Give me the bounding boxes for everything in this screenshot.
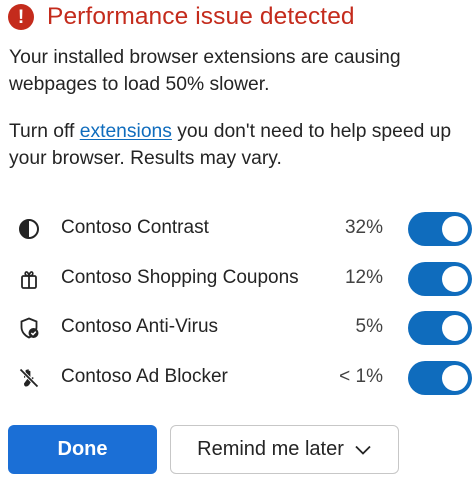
extension-row-contrast: Contoso Contrast 32% [0, 209, 474, 249]
extension-toggle-anti-virus[interactable] [408, 311, 472, 345]
suggestion-message: Turn off extensions you don't need to he… [9, 118, 474, 172]
alert-header: ! Performance issue detected [8, 3, 355, 31]
suggestion-prefix: Turn off [9, 121, 80, 142]
remind-me-later-button[interactable]: Remind me later [170, 425, 399, 474]
contrast-icon [19, 219, 39, 239]
extension-name: Contoso Shopping Coupons [61, 267, 299, 288]
extension-row-ad-blocker: Contoso Ad Blocker < 1% [0, 358, 474, 398]
remind-me-later-label: Remind me later [197, 438, 344, 460]
extension-name: Contoso Ad Blocker [61, 366, 228, 387]
extension-impact: < 1% [339, 366, 383, 387]
shield-check-icon [20, 317, 39, 339]
extension-row-anti-virus: Contoso Anti-Virus 5% [0, 308, 474, 348]
extension-row-shopping-coupons: Contoso Shopping Coupons 12% [0, 259, 474, 299]
gift-icon [21, 271, 37, 289]
extension-impact: 32% [344, 217, 383, 238]
done-button[interactable]: Done [8, 425, 157, 474]
extension-toggle-contrast[interactable] [408, 212, 472, 246]
chevron-down-icon [355, 445, 371, 455]
toggle-knob [442, 315, 468, 341]
extension-name: Contoso Anti-Virus [61, 316, 219, 337]
exclamation-circle-icon: ! [8, 4, 34, 30]
toggle-knob [442, 216, 468, 242]
alert-title: Performance issue detected [47, 3, 355, 30]
toggle-knob [442, 365, 468, 391]
extension-impact: 5% [355, 316, 383, 337]
performance-message: Your installed browser extensions are ca… [9, 47, 401, 95]
extension-toggle-shopping-coupons[interactable] [408, 262, 472, 296]
extensions-link[interactable]: extensions [80, 121, 172, 142]
extension-impact: 12% [344, 267, 383, 288]
performance-alert-panel: ! Performance issue detected Your instal… [0, 0, 474, 479]
extension-name: Contoso Contrast [61, 217, 209, 238]
extension-toggle-ad-blocker[interactable] [408, 361, 472, 395]
hand-block-icon [19, 368, 39, 388]
toggle-knob [442, 266, 468, 292]
